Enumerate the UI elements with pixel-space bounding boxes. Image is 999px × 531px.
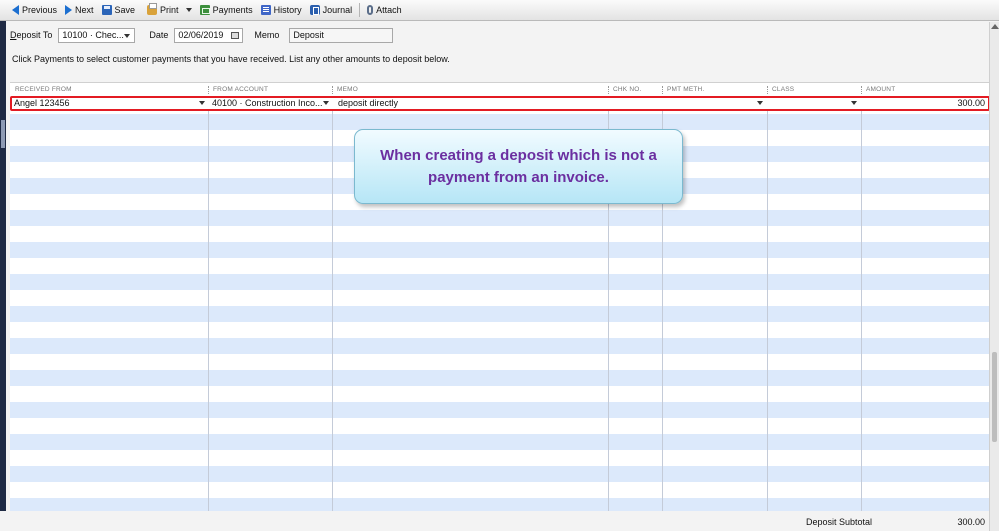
table-row[interactable] bbox=[10, 258, 990, 274]
table-row[interactable] bbox=[10, 114, 990, 130]
col-class[interactable]: CLASS bbox=[767, 83, 861, 97]
chk-no-cell[interactable] bbox=[610, 98, 664, 109]
table-row[interactable] bbox=[10, 402, 990, 418]
table-row[interactable] bbox=[10, 418, 990, 434]
deposit-subtotal-value: 300.00 bbox=[957, 517, 985, 527]
col-chk-no[interactable]: CHK NO. bbox=[608, 83, 662, 97]
class-cell[interactable] bbox=[769, 98, 849, 109]
history-label: History bbox=[273, 5, 302, 15]
col-divider bbox=[332, 98, 333, 511]
col-memo[interactable]: MEMO bbox=[332, 83, 608, 97]
previous-label: Previous bbox=[22, 5, 58, 15]
deposit-header-form: Deposit To 10100 · Chec... Date 02/06/20… bbox=[10, 26, 394, 44]
memo-value: Deposit bbox=[293, 30, 324, 40]
deposit-to-value: 10100 · Chec... bbox=[62, 30, 124, 40]
table-row[interactable] bbox=[10, 306, 990, 322]
pmt-meth-cell[interactable] bbox=[664, 98, 754, 109]
memo-field[interactable]: Deposit bbox=[289, 27, 394, 43]
annotation-callout: When creating a deposit which is not a p… bbox=[354, 129, 683, 204]
table-row[interactable] bbox=[10, 322, 990, 338]
print-label: Print bbox=[160, 5, 179, 15]
col-divider bbox=[767, 98, 768, 511]
table-row[interactable] bbox=[10, 450, 990, 466]
left-scroll-thumb[interactable] bbox=[1, 120, 5, 148]
col-received-from[interactable]: RECEIVED FROM bbox=[10, 83, 208, 97]
chevron-down-icon[interactable] bbox=[323, 101, 329, 105]
footer-bar: Deposit Subtotal 300.00 bbox=[0, 511, 989, 531]
left-window-edge bbox=[0, 0, 6, 531]
col-from-account[interactable]: FROM ACCOUNT bbox=[208, 83, 332, 97]
scroll-up-icon[interactable] bbox=[991, 24, 999, 29]
vertical-scrollbar[interactable] bbox=[989, 22, 999, 531]
payments-label: Payments bbox=[212, 5, 253, 15]
history-button[interactable]: History bbox=[257, 1, 306, 19]
chevron-down-icon bbox=[124, 33, 131, 38]
deposit-to-label: Deposit To bbox=[10, 30, 53, 40]
attach-button[interactable]: Attach bbox=[363, 1, 406, 19]
history-icon bbox=[260, 5, 271, 15]
from-account-cell[interactable]: 40100 · Construction Inco... bbox=[210, 98, 322, 109]
chevron-down-icon[interactable] bbox=[757, 101, 763, 105]
save-button[interactable]: Save bbox=[98, 1, 140, 19]
table-row[interactable] bbox=[10, 210, 990, 226]
previous-button[interactable]: Previous bbox=[8, 1, 61, 19]
col-pmt-meth[interactable]: PMT METH. bbox=[662, 83, 767, 97]
table-row[interactable] bbox=[10, 354, 990, 370]
callout-text: When creating a deposit which is not a p… bbox=[380, 146, 657, 186]
table-row[interactable] bbox=[10, 466, 990, 482]
table-row[interactable] bbox=[10, 482, 990, 498]
table-row[interactable] bbox=[10, 290, 990, 306]
payments-button[interactable]: Payments bbox=[196, 1, 257, 19]
date-label: Date bbox=[149, 30, 169, 40]
memo-cell[interactable]: deposit directly bbox=[336, 98, 606, 109]
journal-icon bbox=[309, 5, 320, 15]
payments-icon bbox=[199, 5, 210, 15]
chevron-down-icon[interactable] bbox=[199, 101, 205, 105]
col-divider bbox=[208, 98, 209, 511]
paperclip-icon bbox=[367, 5, 374, 15]
table-row[interactable] bbox=[10, 338, 990, 354]
grid-header: RECEIVED FROM FROM ACCOUNT MEMO CHK NO. … bbox=[10, 83, 990, 97]
save-label: Save bbox=[114, 5, 136, 15]
memo-label: Memo bbox=[254, 30, 280, 40]
received-from-cell[interactable]: Angel 123456 bbox=[12, 98, 208, 109]
journal-label: Journal bbox=[322, 5, 353, 15]
printer-icon bbox=[147, 3, 158, 15]
col-amount[interactable]: AMOUNT bbox=[861, 83, 990, 97]
col-divider bbox=[861, 98, 862, 511]
scroll-thumb[interactable] bbox=[992, 352, 997, 442]
print-button[interactable]: Print bbox=[143, 1, 196, 19]
table-row-highlighted[interactable]: Angel 123456 40100 · Construction Inco..… bbox=[10, 96, 990, 111]
print-dropdown-icon[interactable] bbox=[185, 8, 192, 12]
table-row[interactable] bbox=[10, 274, 990, 290]
arrow-left-icon bbox=[12, 5, 19, 15]
floppy-disk-icon bbox=[101, 5, 112, 15]
arrow-right-icon bbox=[65, 5, 73, 15]
date-field[interactable]: 02/06/2019 bbox=[174, 27, 244, 43]
calendar-icon[interactable] bbox=[231, 31, 240, 39]
toolbar-divider bbox=[359, 3, 361, 17]
table-row[interactable] bbox=[10, 370, 990, 386]
table-row[interactable] bbox=[10, 226, 990, 242]
date-value: 02/06/2019 bbox=[178, 30, 224, 40]
table-row[interactable] bbox=[10, 434, 990, 450]
chevron-down-icon[interactable] bbox=[851, 101, 857, 105]
next-button[interactable]: Next bbox=[61, 1, 98, 19]
toolbar: Previous Next Save Print Payments Histor… bbox=[0, 0, 999, 21]
amount-cell[interactable]: 300.00 bbox=[863, 98, 987, 109]
deposit-subtotal-label: Deposit Subtotal bbox=[806, 517, 873, 527]
table-row[interactable] bbox=[10, 242, 990, 258]
attach-label: Attach bbox=[376, 5, 402, 15]
deposit-to-select[interactable]: 10100 · Chec... bbox=[58, 27, 136, 43]
journal-button[interactable]: Journal bbox=[306, 1, 357, 19]
instructions-text: Click Payments to select customer paymen… bbox=[12, 54, 450, 64]
next-label: Next bbox=[75, 5, 94, 15]
table-row[interactable] bbox=[10, 386, 990, 402]
